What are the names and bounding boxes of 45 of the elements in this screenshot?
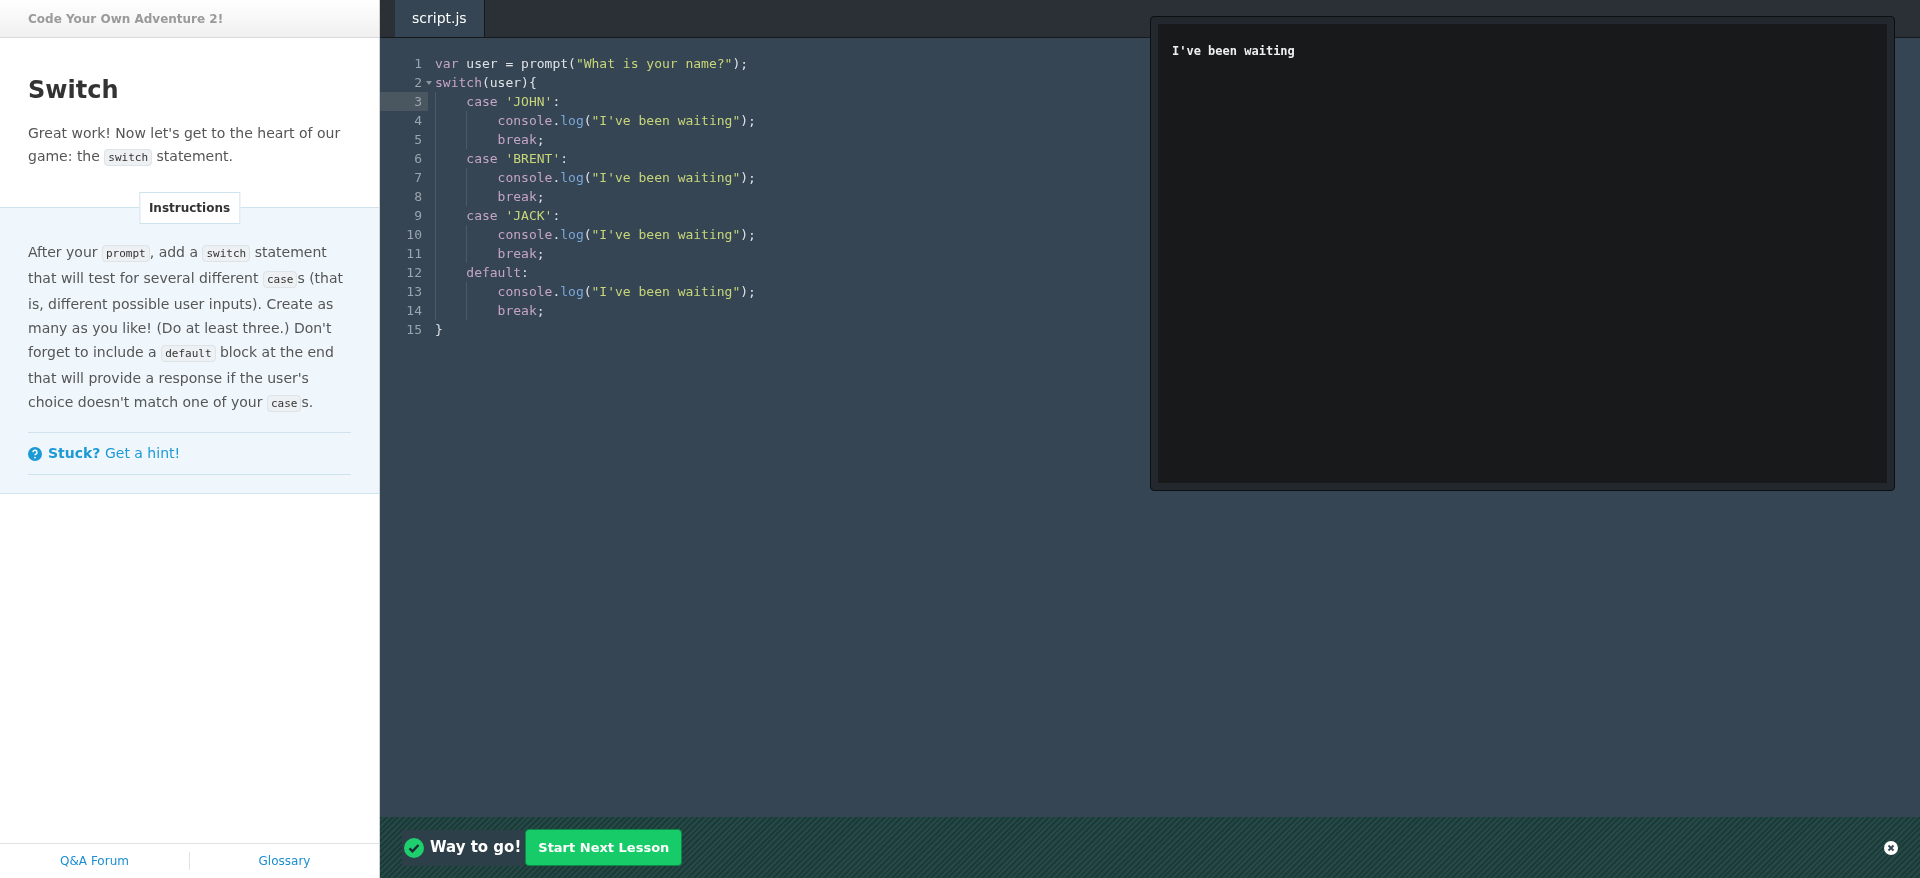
- code-line: switch(user){: [435, 73, 537, 92]
- line-number: 14: [406, 301, 422, 320]
- code-line: case 'BRENT':: [465, 149, 569, 168]
- line-number: 15: [406, 320, 422, 339]
- footer-link[interactable]: Q&A Forum: [60, 852, 129, 870]
- line-number: 2: [414, 73, 422, 92]
- code-line: case 'JACK':: [465, 206, 561, 225]
- fold-caret-icon[interactable]: [426, 80, 432, 85]
- code-line: default:: [465, 263, 529, 282]
- file-tab[interactable]: script.js: [395, 0, 485, 37]
- lesson-title: Switch: [28, 75, 120, 106]
- line-number: 3: [414, 92, 422, 111]
- check-icon: [404, 837, 424, 858]
- hint-link[interactable]: Stuck? Get a hint!: [48, 443, 181, 464]
- line-number: 10: [406, 225, 422, 244]
- line-number: 5: [414, 130, 422, 149]
- code-line: console.log("I've been waiting");: [496, 282, 756, 301]
- code-line: console.log("I've been waiting");: [496, 225, 756, 244]
- code-line: console.log("I've been waiting");: [496, 168, 756, 187]
- line-number: 9: [414, 206, 422, 225]
- code-line: break;: [496, 130, 545, 149]
- close-icon[interactable]: [1884, 840, 1898, 855]
- line-number: 4: [414, 111, 422, 130]
- line-number: 6: [414, 149, 422, 168]
- line-number: 8: [414, 187, 422, 206]
- line-number: 1: [414, 54, 422, 73]
- code-line: case 'JOHN':: [465, 92, 561, 111]
- line-number: 12: [406, 263, 422, 282]
- code-line: console.log("I've been waiting");: [496, 111, 756, 130]
- success-message: Way to go!: [430, 837, 522, 859]
- next-lesson-button[interactable]: Start Next Lesson: [525, 829, 683, 866]
- instructions-text: After your prompt , add a switch statement that will test for several different case s (that is, different possible user inputs). Create as many as you like! (Do at least three.) Don't forget to include a default block at the end that will provide a response if the user's choice doesn't match one of your case s.: [28, 243, 345, 414]
- code-line: break;: [496, 301, 545, 320]
- help-icon: [28, 446, 42, 461]
- line-number: 13: [406, 282, 422, 301]
- code-line: break;: [496, 187, 545, 206]
- code-line: }: [435, 320, 443, 339]
- console-output: I've been waiting: [1172, 43, 1296, 60]
- lesson-intro: Great work! Now let's get to the heart of our game: the switch statement.: [28, 124, 342, 168]
- line-number: 7: [414, 168, 422, 187]
- line-number: 11: [406, 244, 422, 263]
- code-line: var user = prompt("What is your name?");: [435, 54, 749, 73]
- footer-link[interactable]: Glossary: [258, 852, 311, 870]
- code-line: break;: [496, 244, 545, 263]
- course-title: Code Your Own Adventure 2!: [28, 10, 224, 28]
